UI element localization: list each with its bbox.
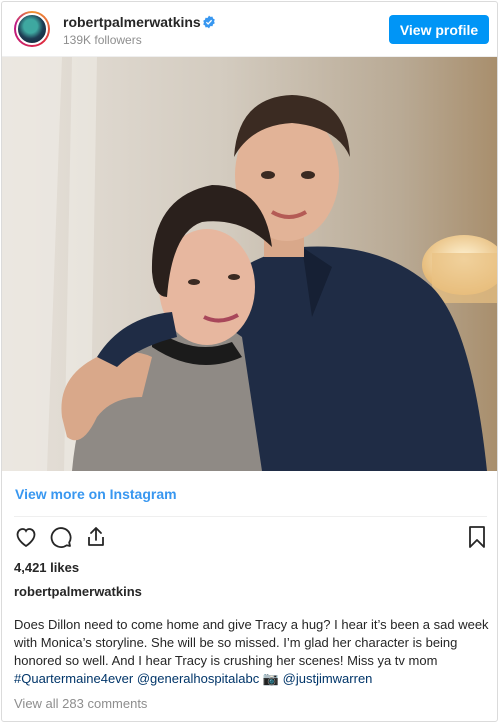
- view-comments-link[interactable]: View all 283 comments: [14, 696, 147, 711]
- avatar[interactable]: [14, 11, 50, 47]
- post-photo[interactable]: [2, 57, 497, 471]
- camera-emoji: 📷: [262, 671, 280, 686]
- comment-icon[interactable]: [49, 525, 73, 549]
- mention-link[interactable]: @generalhospitalabc: [137, 671, 259, 686]
- post-caption: Does Dillon need to come home and give T…: [14, 616, 489, 688]
- view-more-on-instagram-link[interactable]: View more on Instagram: [15, 486, 177, 502]
- instagram-embed-card: robertpalmerwatkins 139K followers View …: [1, 1, 498, 722]
- share-icon[interactable]: [84, 525, 108, 549]
- post-header: robertpalmerwatkins 139K followers View …: [2, 2, 497, 57]
- like-count[interactable]: 4,421 likes: [14, 560, 79, 575]
- verified-badge-icon: [203, 15, 215, 29]
- photo-illustration: [2, 57, 497, 471]
- bookmark-icon[interactable]: [465, 525, 489, 549]
- view-profile-button[interactable]: View profile: [389, 15, 489, 44]
- caption-username[interactable]: robertpalmerwatkins: [14, 584, 142, 599]
- divider: [14, 516, 487, 517]
- avatar-image: [16, 13, 48, 45]
- mention-link[interactable]: @justjimwarren: [283, 671, 373, 686]
- heart-icon[interactable]: [14, 525, 38, 549]
- hashtag-link[interactable]: #Quartermaine4ever: [14, 671, 133, 686]
- follower-count: 139K followers: [63, 33, 142, 47]
- caption-text: Does Dillon need to come home and give T…: [14, 617, 489, 668]
- username[interactable]: robertpalmerwatkins: [63, 14, 201, 30]
